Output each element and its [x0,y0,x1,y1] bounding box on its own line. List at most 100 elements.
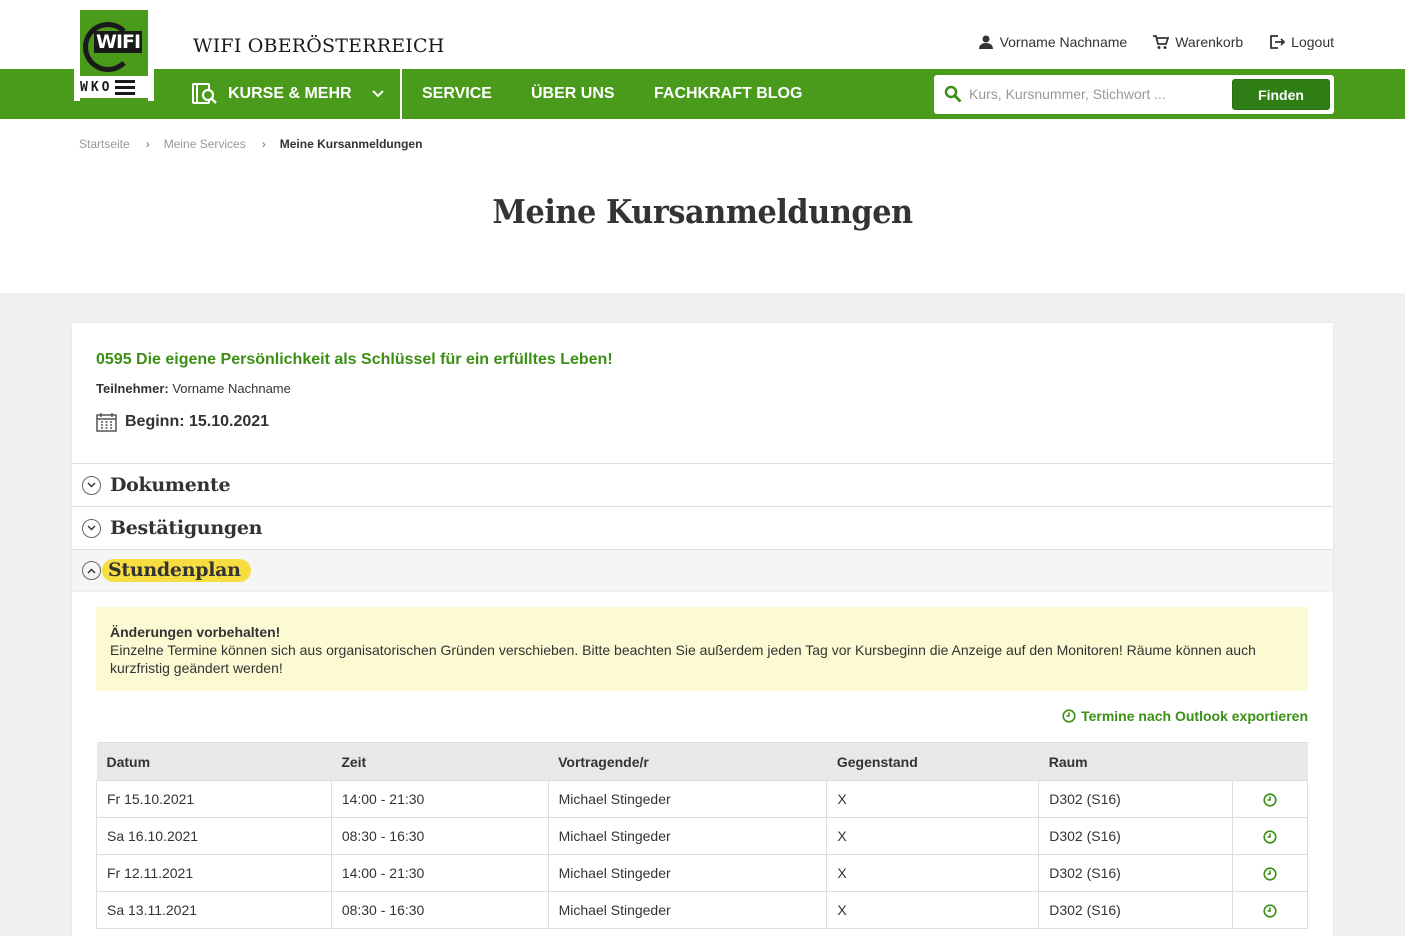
cell-zeit: 08:30 - 16:30 [330,817,549,855]
search-bar: Finden [934,75,1334,114]
cell-vortragende: Michael Stingeder [547,891,828,929]
course-begin-date: Beginn: 15.10.2021 [125,413,270,430]
calendar-icon [96,413,117,432]
logout-label: Logout [1291,34,1334,50]
course-begin: Beginn: 15.10.2021 [96,412,269,432]
outlook-export-label: Termine nach Outlook exportieren [1081,708,1308,724]
logo-wko-letters: WKO [80,79,113,95]
logo-wko: WKO [80,78,148,96]
cell-gegenstand: X [826,854,1040,892]
breadcrumb-separator: › [261,137,266,151]
chevron-up-icon [82,561,101,580]
course-card: 0595 Die eigene Persönlichkeit als Schlü… [72,323,1333,936]
clock-icon [1062,709,1076,723]
cell-gegenstand: X [826,817,1040,855]
chevron-down-icon [82,475,101,495]
breadcrumb-separator: › [145,137,150,151]
breadcrumb-home[interactable]: Startseite [79,137,130,151]
cart-label: Warenkorb [1175,34,1244,50]
accordion-dokumente[interactable]: Dokumente [72,463,1333,506]
table-row: Sa 13.11.2021 08:30 - 16:30 Michael Stin… [96,891,1308,929]
column-header-vortragende: Vortragende/r [548,742,827,781]
user-icon [978,35,993,49]
cell-zeit: 14:00 - 21:30 [330,854,549,892]
nav-fachkraft-blog[interactable]: FACHKRAFT BLOG [654,69,802,119]
clock-icon[interactable] [1263,793,1277,807]
cell-gegenstand: X [826,780,1040,818]
table-row: Fr 15.10.2021 14:00 - 21:30 Michael Stin… [96,780,1308,818]
logo-bottom-bar [80,98,148,101]
page-title: Meine Kursanmeldungen [492,192,913,231]
logo-wifi-text: WIFI [94,31,143,53]
logout-icon [1270,35,1286,49]
search-icon [944,85,962,103]
schedule-table: Datum Zeit Vortragende/r Gegenstand Raum… [96,742,1308,929]
outlook-export-link[interactable]: Termine nach Outlook exportieren [1062,708,1308,724]
cell-export [1232,780,1308,818]
logo-wko-bars [115,79,136,95]
column-header-gegenstand: Gegenstand [826,742,1039,781]
nav-kurse-label: KURSE & MEHR [228,85,352,102]
main-nav: KURSE & MEHR SERVICE ÜBER UNS FACHKRAFT … [0,69,1405,119]
logout-link[interactable]: Logout [1269,34,1334,50]
participant-info: Teilnehmer: Vorname Nachname [96,381,291,396]
column-header-zeit: Zeit [331,742,549,781]
cell-raum: D302 (S16) [1038,854,1234,892]
course-title[interactable]: 0595 Die eigene Persönlichkeit als Schlü… [96,351,613,369]
nav-ueber-uns[interactable]: ÜBER UNS [531,69,615,119]
clock-icon[interactable] [1263,904,1277,918]
cell-vortragende: Michael Stingeder [547,780,828,818]
breadcrumb-services[interactable]: Meine Services [164,137,246,151]
course-search-icon [192,83,217,104]
cell-export [1232,854,1308,892]
cart-link[interactable]: Warenkorb [1153,34,1243,50]
cell-datum: Fr 15.10.2021 [96,780,332,818]
column-header-raum: Raum [1038,742,1233,781]
cell-vortragende: Michael Stingeder [547,817,828,855]
table-header-row: Datum Zeit Vortragende/r Gegenstand Raum [96,742,1308,781]
cell-gegenstand: X [826,891,1040,929]
brand-name[interactable]: WIFI OBERÖSTERREICH [193,35,445,57]
top-links: Vorname Nachname Warenkorb Logout [978,34,1334,50]
clock-icon[interactable] [1263,867,1277,881]
chevron-down-icon [371,90,384,98]
notice-text: Einzelne Termine können sich aus organis… [110,642,1256,676]
cell-zeit: 14:00 - 21:30 [330,780,549,818]
cell-datum: Fr 12.11.2021 [96,854,332,892]
cell-raum: D302 (S16) [1038,891,1234,929]
cell-raum: D302 (S16) [1038,780,1234,818]
accordion-bestaetigungen-label: Bestätigungen [110,517,263,539]
breadcrumb-current: Meine Kursanmeldungen [279,137,423,151]
top-header: WIFI OBERÖSTERREICH Vorname Nachname War… [0,0,1405,69]
cell-datum: Sa 13.11.2021 [96,891,332,929]
accordion-stundenplan[interactable]: Stundenplan [72,549,1333,592]
table-row: Fr 12.11.2021 14:00 - 21:30 Michael Stin… [96,854,1308,892]
search-input[interactable] [969,81,1219,107]
schedule-notice: Änderungen vorbehalten! Einzelne Termine… [96,607,1308,691]
participant-label: Teilnehmer: [96,381,169,396]
column-header-datum: Datum [96,742,332,781]
column-header-export [1232,742,1308,781]
accordion-stundenplan-label: Stundenplan [102,559,251,582]
cell-vortragende: Michael Stingeder [547,854,828,892]
cell-raum: D302 (S16) [1038,817,1234,855]
cell-datum: Sa 16.10.2021 [96,817,332,855]
clock-icon[interactable] [1263,830,1277,844]
nav-divider [400,69,402,119]
nav-kurse-mehr[interactable]: KURSE & MEHR [192,69,384,119]
search-submit-button[interactable]: Finden [1232,79,1330,110]
cell-export [1232,891,1308,929]
breadcrumb: Startseite › Meine Services › Meine Kurs… [79,137,422,151]
user-account-link[interactable]: Vorname Nachname [978,34,1128,50]
nav-service[interactable]: SERVICE [422,69,492,119]
wifi-logo[interactable]: WIFI WKO [74,10,154,101]
table-row: Sa 16.10.2021 08:30 - 16:30 Michael Stin… [96,817,1308,855]
cell-zeit: 08:30 - 16:30 [330,891,549,929]
chevron-down-icon [82,518,101,538]
cell-export [1232,817,1308,855]
accordion-bestaetigungen[interactable]: Bestätigungen [72,506,1333,549]
notice-title: Änderungen vorbehalten! [110,624,281,640]
user-name: Vorname Nachname [999,34,1128,50]
cart-icon [1153,35,1170,49]
participant-name: Vorname Nachname [172,381,291,396]
